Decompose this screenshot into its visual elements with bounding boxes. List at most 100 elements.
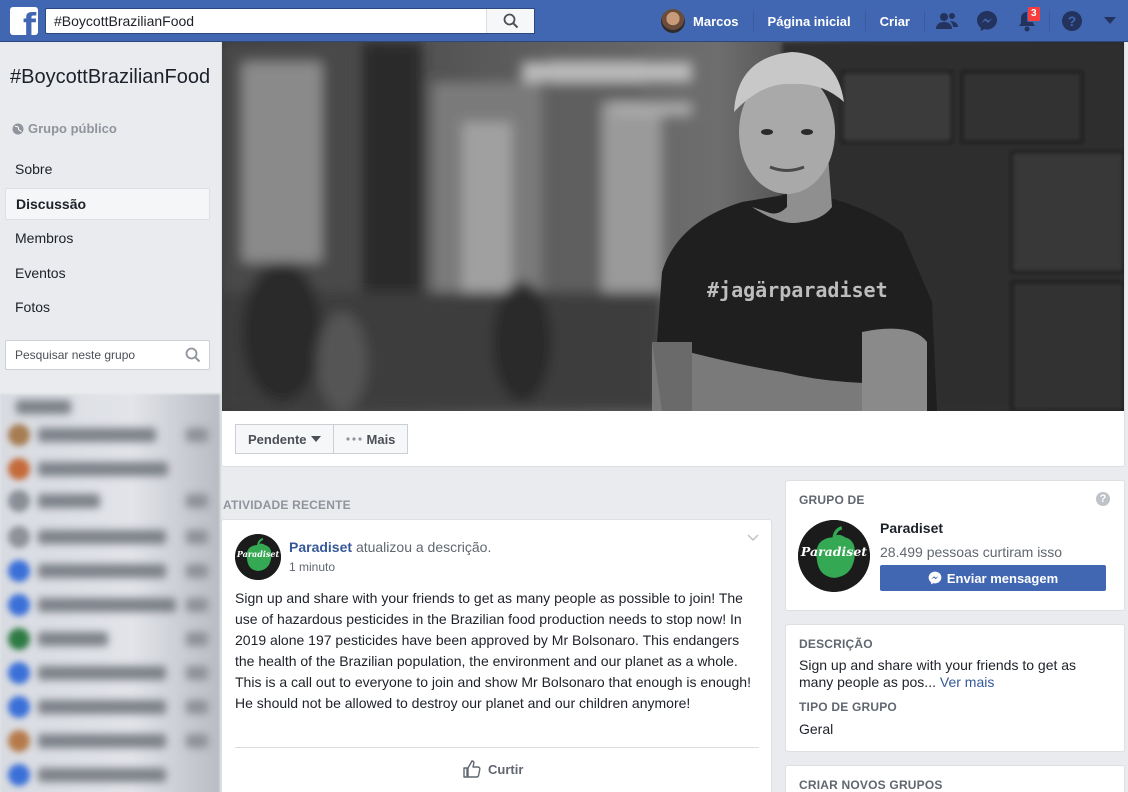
friends-icon (936, 13, 958, 29)
messenger-icon (928, 571, 942, 585)
blurred-row (8, 424, 208, 446)
cover-card: #jagärparadiset Pendente Mais (221, 42, 1125, 467)
post-timestamp[interactable]: 1 minuto (289, 560, 335, 574)
nav-item-membros[interactable]: Membros (5, 222, 210, 254)
blurred-count (186, 700, 208, 714)
create-groups-card: CRIAR NOVOS GRUPOS (785, 765, 1125, 792)
group-search-input[interactable] (6, 341, 176, 369)
blurred-row (8, 594, 208, 616)
blurred-icon (8, 594, 30, 616)
post-body-text: Sign up and share with your friends to g… (235, 590, 751, 711)
blurred-icon (8, 662, 30, 684)
blurred-icon (8, 458, 30, 480)
group-type-value: Geral (799, 721, 834, 737)
blurred-count (186, 666, 208, 680)
top-navigation-bar: f Marcos Página inicial Criar 3 ? (0, 0, 1128, 42)
caret-down-icon (310, 436, 321, 442)
blurred-row (8, 526, 208, 548)
nav-item-eventos[interactable]: Eventos (5, 257, 210, 289)
blurred-icon (8, 696, 30, 718)
blurred-row (8, 662, 208, 684)
page-name[interactable]: Paradiset (880, 520, 943, 536)
post-author-avatar[interactable]: Paradiset (235, 534, 281, 580)
messenger-icon (977, 11, 997, 31)
pending-label: Pendente (248, 431, 307, 447)
group-of-label: GRUPO DE (799, 493, 865, 507)
blurred-row (8, 458, 208, 480)
blurred-icon (8, 526, 30, 548)
blurred-count (186, 428, 208, 442)
help-button[interactable]: ? (1052, 0, 1092, 42)
group-privacy: Grupo público (12, 121, 117, 136)
description-text: Sign up and share with your friends to g… (799, 657, 1109, 691)
chevron-down-icon[interactable] (747, 534, 759, 542)
search-icon[interactable] (185, 347, 201, 363)
logo-text: Paradiset (800, 544, 867, 559)
user-name: Marcos (693, 13, 739, 29)
nav-item-fotos[interactable]: Fotos (5, 291, 210, 323)
blurred-text (38, 564, 166, 578)
blurred-row (8, 490, 208, 512)
left-column: #BoycottBrazilianFood Grupo público Sobr… (0, 42, 220, 792)
blurred-icon (8, 628, 30, 650)
blurred-text (38, 700, 166, 714)
cover-photo[interactable]: #jagärparadiset (222, 42, 1124, 411)
profile-link[interactable]: Marcos (655, 9, 751, 33)
friend-requests-button[interactable] (927, 0, 967, 42)
global-search-input[interactable] (46, 9, 486, 33)
see-more-link[interactable]: Ver mais (940, 674, 994, 690)
about-card: DESCRIÇÃO Sign up and share with your fr… (785, 624, 1125, 752)
blurred-icon (8, 424, 30, 446)
create-groups-label: CRIAR NOVOS GRUPOS (799, 778, 943, 792)
blurred-text (38, 462, 168, 476)
nav-item-discussao[interactable]: Discussão (5, 187, 210, 220)
blurred-text (38, 632, 108, 646)
home-link[interactable]: Página inicial (756, 14, 863, 29)
logo-text: Paradiset (236, 549, 280, 559)
blurred-count (186, 564, 208, 578)
more-label: Mais (366, 431, 396, 447)
nav-item-sobre[interactable]: Sobre (5, 153, 210, 185)
description-snippet: Sign up and share with your friends to g… (799, 657, 1077, 690)
blurred-text (38, 734, 166, 748)
search-button[interactable] (486, 9, 534, 33)
post-divider (235, 747, 759, 748)
blurred-text (38, 666, 166, 680)
svg-text:?: ? (1068, 13, 1077, 29)
group-navigation: Sobre Discussão Membros Eventos Fotos (5, 153, 210, 326)
blurred-shortcuts-list (0, 394, 220, 792)
post-action-text: atualizou a descrição. (355, 539, 492, 555)
like-button[interactable]: Curtir (462, 759, 523, 779)
page-likes-count: 28.499 pessoas curtiram isso (880, 544, 1063, 560)
blurred-count (186, 494, 208, 508)
messages-button[interactable] (967, 0, 1007, 42)
more-dots-icon (345, 437, 362, 441)
nav-divider (864, 11, 866, 31)
help-icon[interactable]: ? (1096, 492, 1110, 506)
group-title[interactable]: #BoycottBrazilianFood (10, 64, 215, 90)
group-search-box (5, 340, 210, 370)
post-author-name[interactable]: Paradiset (289, 539, 352, 555)
group-privacy-label: Grupo público (28, 121, 117, 136)
thumbs-up-icon (463, 760, 481, 778)
user-avatar (661, 9, 686, 33)
send-message-button[interactable]: Enviar mensagem (880, 565, 1106, 591)
facebook-logo-icon[interactable]: f (10, 7, 38, 35)
blurred-count (186, 530, 208, 544)
more-button[interactable]: Mais (333, 424, 409, 454)
blurred-row (8, 696, 208, 718)
nav-divider (1049, 11, 1050, 31)
nav-divider (752, 11, 754, 31)
cover-photo-image: #jagärparadiset (222, 42, 1124, 411)
pending-button[interactable]: Pendente (235, 424, 334, 454)
notifications-button[interactable]: 3 (1007, 0, 1047, 42)
search-icon (503, 13, 518, 29)
account-menu-button[interactable] (1092, 0, 1128, 42)
nav-divider (924, 11, 925, 31)
paradiset-logo-icon: Paradiset (235, 534, 281, 580)
page-avatar[interactable]: Paradiset (798, 520, 870, 592)
create-link[interactable]: Criar (868, 14, 922, 29)
group-of-card: GRUPO DE ? Paradiset Paradiset 28.499 pe… (785, 480, 1125, 611)
notifications-badge: 3 (1027, 6, 1041, 22)
blurred-row (8, 560, 208, 582)
